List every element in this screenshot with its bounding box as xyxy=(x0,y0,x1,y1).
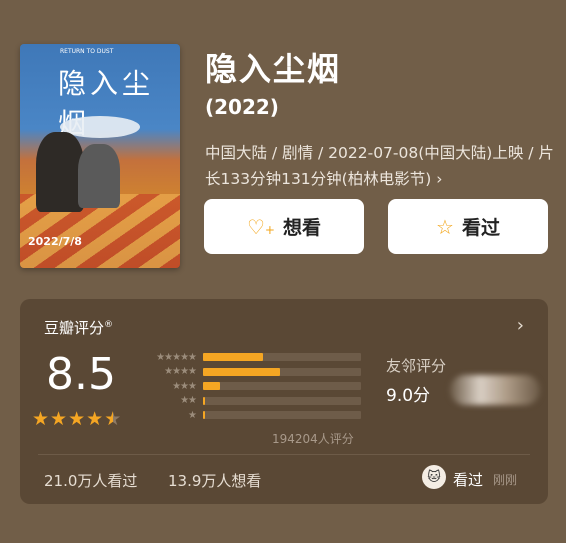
rating-count: 194204人评分 xyxy=(272,432,354,446)
friends-rating-score: 9.0分 xyxy=(386,386,431,406)
my-status-time: 刚刚 xyxy=(493,473,518,487)
friends-avatars-blurred[interactable] xyxy=(450,375,540,405)
rating-card[interactable]: 豆瓣评分® › 8.5 ★★★★★ ★★★★★ ★★★★ ★★★ ★★ ★ 194204… xyxy=(20,299,548,504)
movie-info-link[interactable]: 中国大陆 / 剧情 / 2022-07-08(中国大陆)上映 / 片长133分钟… xyxy=(205,140,555,192)
distribution-stars: ★ xyxy=(188,409,197,421)
want-to-watch-button[interactable]: ♡+ 想看 xyxy=(204,199,364,254)
distribution-track xyxy=(203,411,361,419)
movie-poster[interactable]: RETURN TO DUST 隐入尘烟 2022/7/8 xyxy=(20,44,180,268)
rating-score: 8.5 xyxy=(46,349,116,400)
distribution-track xyxy=(203,382,361,390)
user-avatar[interactable]: 🐱 xyxy=(422,465,446,489)
friends-rating-label: 友邻评分 xyxy=(386,357,447,375)
distribution-fill xyxy=(203,382,221,390)
distribution-fill xyxy=(203,353,264,361)
watched-label: 看过 xyxy=(461,217,500,239)
heart-plus-icon: ♡+ xyxy=(246,214,275,239)
distribution-fill xyxy=(203,367,281,376)
distribution-track xyxy=(203,367,361,376)
distribution-track xyxy=(203,353,361,361)
poster-english-title: RETURN TO DUST xyxy=(60,48,114,55)
rating-stars: ★★★★★ xyxy=(32,408,122,430)
distribution-fill xyxy=(203,411,205,419)
distribution-row: ★★★ xyxy=(138,380,361,392)
chevron-right-icon[interactable]: › xyxy=(517,315,524,336)
distribution-stars: ★★★ xyxy=(172,380,197,392)
movie-year: (2022) xyxy=(205,95,279,119)
distribution-fill xyxy=(203,396,205,405)
poster-date: 2022/7/8 xyxy=(28,235,82,248)
star-full-icon: ★ xyxy=(32,408,51,430)
distribution-row: ★★ xyxy=(138,395,361,407)
distribution-stars: ★★ xyxy=(180,395,197,406)
movie-title: 隐入尘烟 xyxy=(205,50,342,88)
my-status-label: 看过 xyxy=(453,471,484,489)
rating-source-label: 豆瓣评分® xyxy=(44,319,114,337)
want-count: 13.9万人想看 xyxy=(168,472,262,490)
divider xyxy=(38,454,530,455)
star-full-icon: ★ xyxy=(86,408,105,430)
want-to-watch-label: 想看 xyxy=(282,217,321,239)
watched-button[interactable]: ☆ 看过 xyxy=(388,199,548,254)
distribution-row: ★ xyxy=(138,409,361,421)
star-full-icon: ★ xyxy=(68,408,87,430)
distribution-row: ★★★★★ xyxy=(138,351,361,363)
distribution-track xyxy=(203,396,361,405)
poster-figure-woman xyxy=(78,144,120,208)
star-half-icon: ★ xyxy=(104,408,123,430)
distribution-stars: ★★★★ xyxy=(164,366,197,377)
distribution-row: ★★★★ xyxy=(138,366,361,378)
distribution-stars: ★★★★★ xyxy=(156,351,197,363)
star-outline-icon: ☆ xyxy=(436,214,454,239)
star-full-icon: ★ xyxy=(50,408,69,430)
watched-count: 21.0万人看过 xyxy=(44,472,138,490)
poster-figure-man xyxy=(36,132,84,212)
